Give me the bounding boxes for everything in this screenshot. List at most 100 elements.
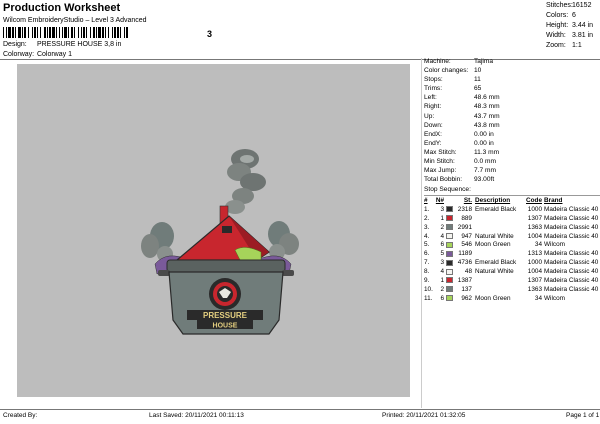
color-swatch — [445, 277, 453, 284]
info-value: 11.3 mm — [474, 148, 500, 156]
seq-needle: 5 — [440, 250, 444, 258]
machine-info-row: Min Stitch: 0.0 mm — [424, 158, 600, 167]
info-value: 43.7 mm — [474, 112, 500, 120]
info-key: Max Stitch: — [424, 148, 457, 156]
seq-brand: Madeira Classic 40 — [544, 232, 599, 240]
sequence-row: 6. 5 1189 1313 Madeira Classic 40 — [424, 249, 600, 258]
machine-info-row: Right: 48.3 mm — [424, 103, 600, 112]
info-value: 0.0 mm — [474, 158, 496, 166]
col-n: # — [424, 196, 428, 204]
seq-index: 9. — [424, 276, 430, 284]
stat-key: Stitches: — [546, 2, 573, 9]
seq-description: Emerald Black — [475, 205, 517, 213]
sequence-row: 4. 4 947 Natural White 1004 Madeira Classic 4… — [424, 232, 600, 241]
seq-index: 8. — [424, 268, 430, 276]
stat-value: 1:1 — [572, 42, 582, 49]
pot-handle-left — [158, 270, 170, 276]
created-by: Created By: — [3, 412, 38, 419]
seq-code: 1307 — [527, 214, 542, 222]
stat-key: Colors: — [546, 12, 569, 19]
color-swatch — [445, 241, 453, 248]
info-value: 43.8 mm — [474, 121, 500, 129]
seq-stitches: 4736 — [457, 259, 472, 267]
seq-brand: Madeira Classic 40 — [544, 214, 599, 222]
stat-value: 6 — [572, 12, 576, 19]
machine-info-row: EndY: 0.00 in — [424, 140, 600, 149]
machine-info-row: Color changes: 10 — [424, 67, 600, 76]
machine-info-row: Up: 43.7 mm — [424, 113, 600, 122]
stat-value: 16152 — [572, 2, 592, 9]
machine-info-row: Trims: 65 — [424, 85, 600, 94]
seq-description: Natural White — [475, 268, 514, 276]
seq-index: 7. — [424, 259, 430, 267]
seq-code: 1313 — [527, 250, 542, 258]
seq-needle: 3 — [440, 259, 444, 267]
seq-brand: Wilcom — [544, 241, 565, 249]
stat-value: 3.44 in — [572, 22, 594, 29]
machine-info-row: Down: 43.8 mm — [424, 122, 600, 131]
barcode-mark: 3 — [207, 29, 213, 39]
info-key: Min Stitch: — [424, 158, 455, 166]
seq-description: Moon Green — [475, 241, 511, 249]
info-value: 0.00 in — [474, 130, 494, 138]
info-value: 48.3 mm — [474, 103, 500, 111]
machine-info-row: EndX: 0.00 in — [424, 131, 600, 140]
seq-code: 1000 — [527, 205, 542, 213]
colorway-row: Colorway: Colorway 1 — [3, 51, 72, 58]
info-key: Trims: — [424, 85, 443, 93]
seq-stitches: 947 — [461, 232, 472, 240]
panel-divider — [421, 58, 422, 408]
pot-rim — [166, 259, 286, 273]
seq-description: Moon Green — [475, 294, 511, 302]
worksheet-title: Production Worksheet — [3, 2, 121, 14]
design-value: PRESSURE HOUSE 3,8 in — [36, 41, 122, 48]
seq-needle: 4 — [440, 268, 444, 276]
info-value: 0.00 in — [474, 139, 494, 147]
design-row: Design: PRESSURE HOUSE 3,8 in — [3, 41, 121, 48]
design-stats: Stitches: 16152 Colors: 6 Height: 3.44 in W… — [546, 2, 600, 52]
info-key: Max Jump: — [424, 167, 457, 175]
seq-stitches: 1189 — [458, 250, 472, 258]
color-swatch — [445, 224, 453, 231]
seq-stitches: 2318 — [457, 205, 472, 213]
steam-cloud-icon — [225, 149, 266, 214]
seq-stitches: 889 — [461, 214, 472, 222]
design-preview: PRESSURE HOUSE — [17, 64, 410, 397]
seq-stitches: 962 — [461, 294, 472, 302]
info-key: EndX: — [424, 130, 442, 138]
printed-date: Printed: 20/11/2021 01:32:05 — [382, 412, 466, 419]
seq-needle: 6 — [440, 241, 444, 249]
seq-stitches: 137 — [461, 285, 472, 293]
barcode — [3, 27, 213, 38]
seq-code: 1363 — [527, 223, 542, 231]
col-num: N# — [435, 196, 444, 204]
sequence-header-row: # N# St. Description Code Brand — [424, 196, 600, 205]
seq-index: 11. — [424, 294, 433, 302]
color-swatch — [445, 259, 453, 266]
seq-needle: 6 — [440, 294, 444, 302]
stat-value: 3.81 in — [572, 32, 594, 39]
seq-needle: 2 — [440, 285, 444, 293]
seq-brand: Madeira Classic 40 — [544, 250, 599, 258]
info-value: 10 — [474, 67, 482, 75]
info-key: EndY: — [424, 139, 442, 147]
color-swatch — [445, 286, 453, 293]
info-value: Tajima — [474, 58, 494, 65]
seq-brand: Madeira Classic 40 — [544, 223, 599, 231]
seq-brand: Wilcom — [544, 294, 565, 302]
seq-code: 1000 — [527, 259, 542, 267]
pot-handle-right — [282, 270, 294, 276]
page-number: Page 1 of 1 — [566, 412, 600, 419]
stop-sequence-label: Stop Sequence: — [424, 186, 471, 193]
seq-index: 6. — [424, 250, 430, 258]
software-subtitle: Wilcom EmbroideryStudio – Level 3 Advanc… — [3, 17, 147, 24]
col-stitches: St. — [463, 196, 472, 204]
pressure-gauge-icon — [209, 278, 241, 310]
seq-needle: 1 — [440, 276, 444, 284]
seq-needle: 2 — [440, 223, 444, 231]
seq-stitches: 546 — [461, 241, 472, 249]
info-value: 65 — [474, 85, 482, 93]
seq-description: Natural White — [475, 232, 514, 240]
col-description: Description — [475, 196, 511, 204]
machine-info-row: Machine: Tajima — [424, 58, 600, 67]
